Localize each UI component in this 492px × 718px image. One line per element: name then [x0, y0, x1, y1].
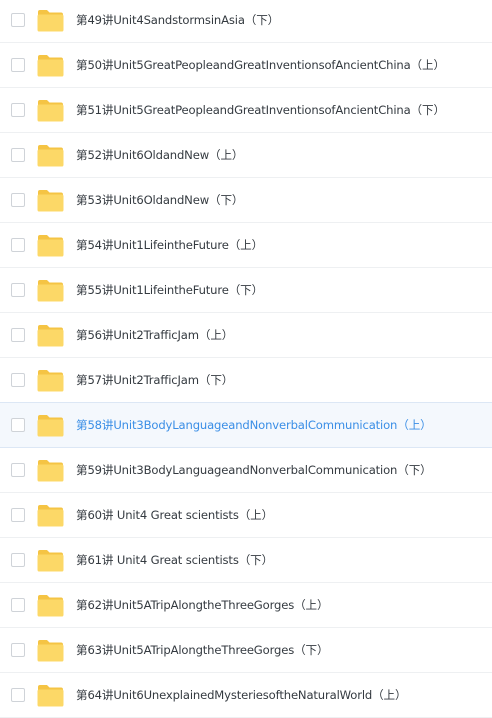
file-row-selected[interactable]: 第58讲Unit3BodyLanguageandNonverbalCommuni… — [0, 402, 492, 448]
file-name[interactable]: 第51讲Unit5GreatPeopleandGreatInventionsof… — [76, 102, 445, 118]
folder-icon — [37, 639, 64, 662]
row-checkbox[interactable] — [11, 328, 25, 342]
file-row[interactable]: 第54讲Unit1LifeintheFuture（上） — [0, 223, 492, 268]
row-checkbox[interactable] — [11, 13, 25, 27]
file-row[interactable]: 第63讲Unit5ATripAlongtheThreeGorges（下） — [0, 628, 492, 673]
row-checkbox[interactable] — [11, 688, 25, 702]
file-name[interactable]: 第49讲Unit4SandstormsinAsia（下） — [76, 12, 279, 28]
file-row[interactable]: 第61讲 Unit4 Great scientists（下） — [0, 538, 492, 583]
row-checkbox[interactable] — [11, 58, 25, 72]
file-list: 第49讲Unit4SandstormsinAsia（下） 第50讲Unit5Gr… — [0, 0, 492, 718]
folder-icon — [37, 144, 64, 167]
file-row[interactable]: 第49讲Unit4SandstormsinAsia（下） — [0, 0, 492, 43]
file-name[interactable]: 第59讲Unit3BodyLanguageandNonverbalCommuni… — [76, 462, 432, 478]
file-name[interactable]: 第64讲Unit6UnexplainedMysteriesoftheNatura… — [76, 687, 407, 703]
folder-icon — [37, 549, 64, 572]
file-name[interactable]: 第53讲Unit6OldandNew（下） — [76, 192, 244, 208]
file-name[interactable]: 第50讲Unit5GreatPeopleandGreatInventionsof… — [76, 57, 445, 73]
folder-icon — [37, 279, 64, 302]
folder-icon — [37, 9, 64, 32]
folder-icon — [37, 369, 64, 392]
folder-icon — [37, 504, 64, 527]
row-checkbox[interactable] — [11, 598, 25, 612]
file-name[interactable]: 第54讲Unit1LifeintheFuture（上） — [76, 237, 263, 253]
folder-icon — [37, 414, 64, 437]
folder-icon — [37, 459, 64, 482]
file-row[interactable]: 第55讲Unit1LifeintheFuture（下） — [0, 268, 492, 313]
file-name[interactable]: 第62讲Unit5ATripAlongtheThreeGorges（上） — [76, 597, 329, 613]
file-row[interactable]: 第52讲Unit6OldandNew（上） — [0, 133, 492, 178]
folder-icon — [37, 189, 64, 212]
row-checkbox[interactable] — [11, 418, 25, 432]
row-checkbox[interactable] — [11, 373, 25, 387]
file-row[interactable]: 第60讲 Unit4 Great scientists（上） — [0, 493, 492, 538]
row-checkbox[interactable] — [11, 148, 25, 162]
folder-icon — [37, 324, 64, 347]
file-name[interactable]: 第57讲Unit2TrafficJam（下） — [76, 372, 233, 388]
file-row[interactable]: 第62讲Unit5ATripAlongtheThreeGorges（上） — [0, 583, 492, 628]
row-checkbox[interactable] — [11, 643, 25, 657]
row-checkbox[interactable] — [11, 508, 25, 522]
file-name[interactable]: 第52讲Unit6OldandNew（上） — [76, 147, 244, 163]
file-row[interactable]: 第56讲Unit2TrafficJam（上） — [0, 313, 492, 358]
file-name[interactable]: 第56讲Unit2TrafficJam（上） — [76, 327, 233, 343]
row-checkbox[interactable] — [11, 193, 25, 207]
folder-icon — [37, 54, 64, 77]
row-checkbox[interactable] — [11, 103, 25, 117]
file-row[interactable]: 第53讲Unit6OldandNew（下） — [0, 178, 492, 223]
file-row[interactable]: 第64讲Unit6UnexplainedMysteriesoftheNatura… — [0, 673, 492, 718]
folder-icon — [37, 594, 64, 617]
file-name[interactable]: 第61讲 Unit4 Great scientists（下） — [76, 552, 273, 568]
file-row[interactable]: 第50讲Unit5GreatPeopleandGreatInventionsof… — [0, 43, 492, 88]
row-checkbox[interactable] — [11, 463, 25, 477]
row-checkbox[interactable] — [11, 553, 25, 567]
row-checkbox[interactable] — [11, 238, 25, 252]
file-name[interactable]: 第55讲Unit1LifeintheFuture（下） — [76, 282, 263, 298]
file-row[interactable]: 第57讲Unit2TrafficJam（下） — [0, 358, 492, 403]
file-name[interactable]: 第58讲Unit3BodyLanguageandNonverbalCommuni… — [76, 417, 432, 433]
file-name[interactable]: 第60讲 Unit4 Great scientists（上） — [76, 507, 273, 523]
row-checkbox[interactable] — [11, 283, 25, 297]
file-row[interactable]: 第51讲Unit5GreatPeopleandGreatInventionsof… — [0, 88, 492, 133]
file-row[interactable]: 第59讲Unit3BodyLanguageandNonverbalCommuni… — [0, 448, 492, 493]
folder-icon — [37, 684, 64, 707]
folder-icon — [37, 99, 64, 122]
file-name[interactable]: 第63讲Unit5ATripAlongtheThreeGorges（下） — [76, 642, 329, 658]
folder-icon — [37, 234, 64, 257]
